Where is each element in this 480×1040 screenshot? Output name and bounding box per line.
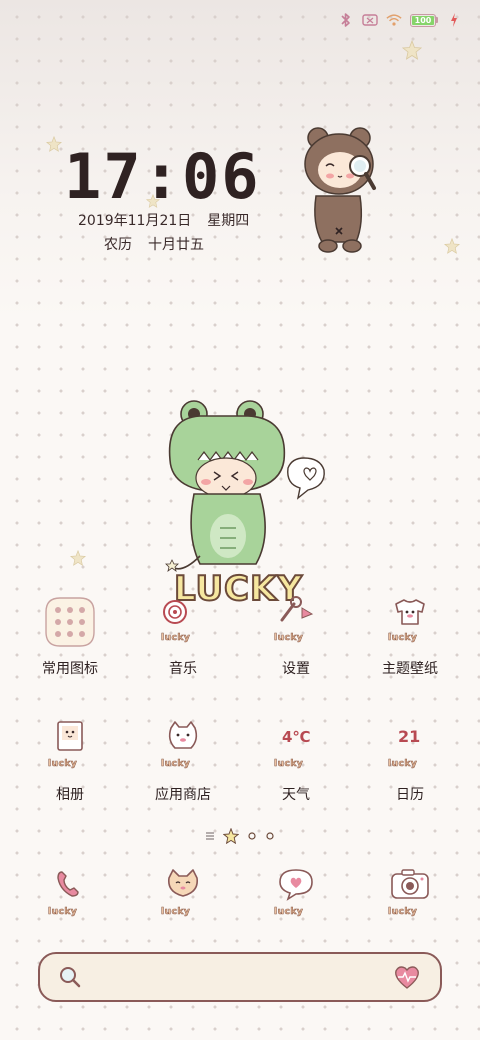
app-weather[interactable]: 4℃ lucky 天气 xyxy=(246,718,346,804)
messages-icon: lucky xyxy=(266,866,326,926)
page-dot-active xyxy=(223,828,239,844)
lucky-badge: lucky xyxy=(274,633,303,643)
lucky-badge: lucky xyxy=(388,759,417,769)
charging-icon xyxy=(446,12,462,28)
app-store[interactable]: lucky 应用商店 xyxy=(133,718,233,804)
dock-messages[interactable]: lucky xyxy=(246,866,346,926)
sim-icon xyxy=(362,12,378,28)
camera-icon: lucky xyxy=(380,866,440,926)
date-text: 2019年11月21日 xyxy=(78,213,192,229)
bluetooth-icon xyxy=(338,12,354,28)
app-calendar[interactable]: 21 lucky 日历 xyxy=(360,718,460,804)
lucky-badge: lucky xyxy=(48,907,77,917)
app-label: 设置 xyxy=(282,661,310,677)
app-label: 日历 xyxy=(396,787,424,803)
date-line: 2019年11月21日 星期四 xyxy=(78,210,249,230)
gallery-icon: lucky xyxy=(40,718,100,778)
star-icon xyxy=(402,40,422,60)
theme-icon: lucky xyxy=(380,592,440,652)
lunar-line: 农历 十月廿五 xyxy=(104,234,204,254)
search-icon[interactable] xyxy=(58,965,82,989)
lucky-badge: lucky xyxy=(274,907,303,917)
lucky-badge: lucky xyxy=(161,633,190,643)
bear-illustration xyxy=(304,127,376,253)
lockscreen-clock: 17:06 xyxy=(64,140,261,213)
settings-icon: lucky xyxy=(266,592,326,652)
lunar-date: 十月廿五 xyxy=(148,237,204,253)
page-indicator[interactable] xyxy=(0,828,480,844)
star-icon xyxy=(70,550,86,566)
lucky-badge: lucky xyxy=(388,633,417,643)
status-bar: 100 xyxy=(338,10,462,30)
dock-camera[interactable]: lucky xyxy=(360,866,460,926)
star-icon xyxy=(444,238,460,254)
app-settings[interactable]: lucky 设置 xyxy=(246,592,346,678)
battery-level: 100 xyxy=(414,15,432,25)
app-gallery[interactable]: lucky 相册 xyxy=(20,718,120,804)
app-label: 主题壁纸 xyxy=(382,661,438,677)
app-music[interactable]: lucky 音乐 xyxy=(133,592,233,678)
lucky-badge: lucky xyxy=(48,759,77,769)
battery-icon: 100 xyxy=(410,13,438,27)
music-icon: lucky xyxy=(153,592,213,652)
app-label: 音乐 xyxy=(169,661,197,677)
calendar-icon: 21 lucky xyxy=(380,718,440,778)
calendar-day: 21 xyxy=(398,727,420,746)
search-bar[interactable] xyxy=(38,952,442,1002)
page-dot xyxy=(248,832,256,840)
phone-icon: lucky xyxy=(40,866,100,926)
app-label: 常用图标 xyxy=(42,661,98,677)
heart-assistant-icon[interactable] xyxy=(392,964,422,990)
page-dot xyxy=(266,832,274,840)
lunar-label: 农历 xyxy=(104,237,132,253)
lucky-badge: lucky xyxy=(388,907,417,917)
weather-temp: 4℃ xyxy=(282,728,311,746)
lucky-badge: lucky xyxy=(274,759,303,769)
star-icon xyxy=(46,136,62,152)
weather-icon: 4℃ lucky xyxy=(266,718,326,778)
app-label: 相册 xyxy=(56,787,84,803)
lucky-badge: lucky xyxy=(161,759,190,769)
weekday-text: 星期四 xyxy=(207,213,250,229)
lucky-badge: lucky xyxy=(161,907,190,917)
contacts-icon: lucky xyxy=(153,866,213,926)
dock-phone[interactable]: lucky xyxy=(20,866,120,926)
app-label: 应用商店 xyxy=(155,787,211,803)
app-label: 天气 xyxy=(282,787,310,803)
dock-contacts[interactable]: lucky xyxy=(133,866,233,926)
folder-icon xyxy=(40,592,100,652)
app-folder[interactable]: 常用图标 xyxy=(20,592,120,678)
app-store-icon: lucky xyxy=(153,718,213,778)
app-theme[interactable]: lucky 主题壁纸 xyxy=(360,592,460,678)
menu-lines-icon xyxy=(206,832,214,840)
wifi-icon xyxy=(386,12,402,28)
